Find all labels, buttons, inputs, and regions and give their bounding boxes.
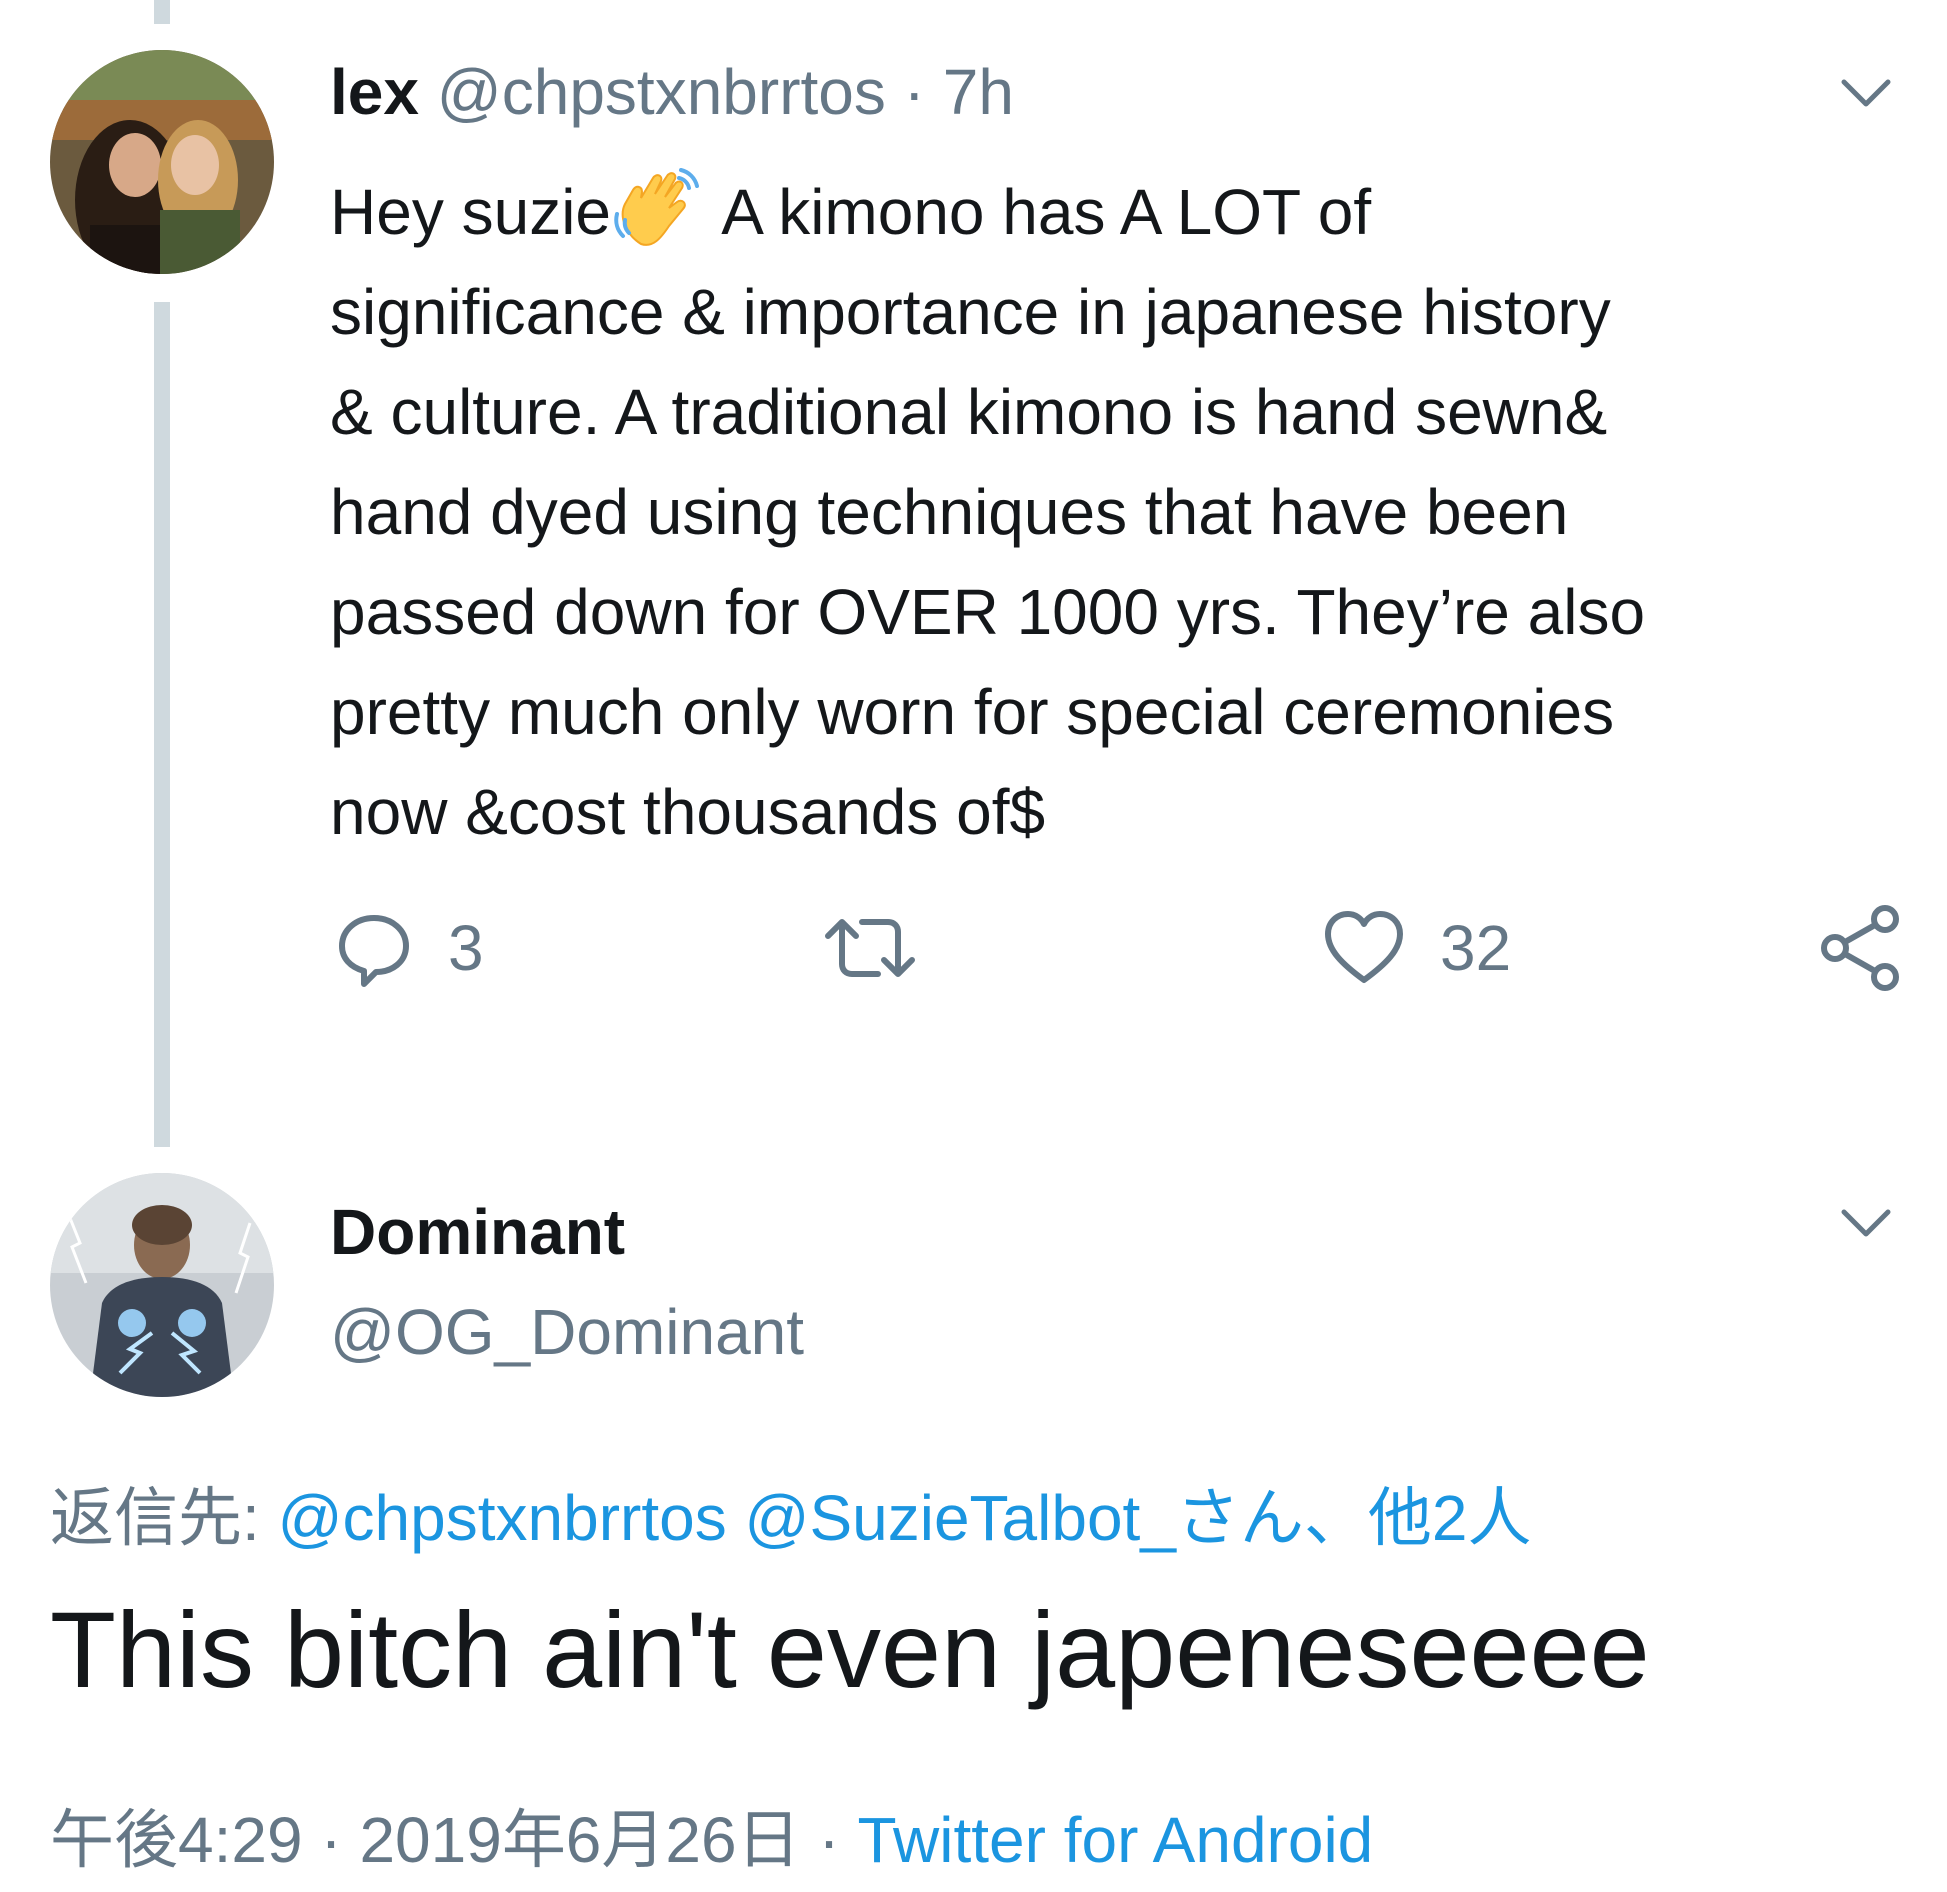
waving-hand-icon [614, 168, 699, 246]
tweet1-text: Hey suzie A kimono has A LOT of signific… [330, 162, 1910, 862]
share-button[interactable] [1815, 905, 1905, 991]
tweet2-source[interactable]: Twitter for Android [857, 1804, 1373, 1876]
tweet1-text-line-1b: A kimono has A LOT of [707, 176, 1372, 248]
tweet1-text-line-4: hand dyed using techniques that have bee… [330, 476, 1569, 548]
tweet1-text-line-6: pretty much only worn for special ceremo… [330, 676, 1615, 748]
tweet2-text: This bitch ain't even japeneseeee [50, 1589, 1650, 1710]
replying-to-user-2[interactable]: @SuzieTalbot_ [744, 1482, 1175, 1554]
tweet1-header: lex @chpstxnbrrtos · 7h [330, 52, 1014, 132]
tweet2-meta: 午後4:29 · 2019年6月26日 · Twitter for Androi… [50, 1800, 1373, 1880]
avatar-lex[interactable] [50, 50, 274, 274]
tweet1-separator: · [903, 56, 925, 128]
retweet-icon [825, 919, 915, 977]
tweet1-display-name[interactable]: lex [330, 56, 419, 128]
tweet1-text-line-1a: Hey suzie [330, 176, 611, 248]
like-button[interactable]: 32 [1322, 908, 1511, 988]
replying-to-user-1[interactable]: @chpstxnbrrtos [278, 1482, 727, 1554]
thread-line-top [154, 0, 170, 24]
reply-icon [339, 915, 409, 987]
share-icon [1821, 905, 1899, 991]
tweet2-handle[interactable]: @OG_Dominant [330, 1292, 804, 1372]
tweet1-text-line-3: & culture. A traditional kimono is hand … [330, 376, 1608, 448]
chevron-down-icon[interactable] [1838, 72, 1894, 112]
tweet1-text-line-2: significance & importance in japanese hi… [330, 276, 1611, 348]
tweet2-date: 2019年6月26日 [359, 1804, 801, 1876]
thread-line [154, 302, 170, 1147]
tweet2-separator-1: · [320, 1804, 342, 1876]
tweet1-handle[interactable]: @chpstxnbrrtos [437, 56, 886, 128]
retweet-button[interactable] [820, 908, 954, 988]
replying-to-label: 返信先: [50, 1482, 260, 1554]
tweet2-display-name[interactable]: Dominant [330, 1192, 625, 1272]
tweet1-text-line-5: passed down for OVER 1000 yrs. They’re a… [330, 576, 1646, 648]
tweet1-time[interactable]: 7h [943, 56, 1014, 128]
avatar-dominant[interactable] [50, 1173, 274, 1397]
replying-to-others[interactable]: さん、他2人 [1176, 1482, 1532, 1554]
tweet2-time: 午後4:29 [50, 1804, 303, 1876]
tweet1-text-line-7: now &cost thousands of$ [330, 776, 1046, 848]
replying-to: 返信先: @chpstxnbrrtos @SuzieTalbot_さん、他2人 [50, 1478, 1532, 1558]
like-count: 32 [1440, 912, 1512, 984]
heart-icon [1325, 911, 1403, 983]
tweet2-separator-2: · [818, 1804, 840, 1876]
chevron-down-icon[interactable] [1838, 1202, 1894, 1242]
reply-button[interactable]: 3 [334, 908, 484, 988]
reply-count: 3 [448, 912, 484, 984]
